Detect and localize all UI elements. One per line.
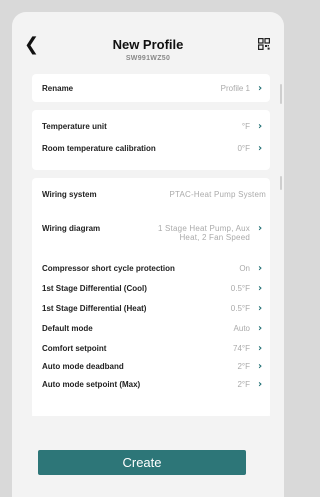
wiring-system-label: Wiring system [42, 190, 97, 199]
chevron-right-icon: › [258, 303, 263, 314]
wiring-diagram-value: 1 Stage Heat Pump, Aux Heat, 2 Fan Speed [157, 224, 250, 242]
chevron-right-icon: › [258, 323, 263, 334]
settings-row-wiring-system[interactable]: Wiring system PTAC-Heat Pump System [42, 190, 270, 199]
settings-row-short-cycle[interactable]: Compressor short cycle protection On › [42, 263, 270, 274]
page-title: New Profile [112, 37, 184, 52]
temperature-unit-label: Temperature unit [42, 122, 107, 131]
temperature-card: Temperature unit °F › Room temperature c… [32, 110, 270, 170]
chevron-right-icon: › [258, 121, 263, 132]
calibration-label: Room temperature calibration [42, 144, 156, 153]
auto-setpoint-max-label: Auto mode setpoint (Max) [42, 380, 141, 389]
temperature-unit-value: °F [241, 122, 250, 131]
rename-label: Rename [42, 84, 74, 93]
scrollbar-track-segment [280, 176, 282, 190]
comfort-setpoint-label: Comfort setpoint [42, 344, 107, 353]
chevron-right-icon: › [258, 361, 263, 372]
rename-row[interactable]: Rename Profile 1 › [42, 83, 270, 94]
settings-row-comfort-setpoint[interactable]: Comfort setpoint 74°F › [42, 343, 270, 354]
settings-row-wiring-diagram[interactable]: Wiring diagram 1 Stage Heat Pump, Aux He… [42, 223, 270, 243]
default-mode-label: Default mode [42, 324, 93, 333]
rename-card: Rename Profile 1 › [32, 74, 270, 102]
phone-screen: ❮ New Profile SW991WZ50 Rename Profile 1… [12, 12, 284, 497]
chevron-right-icon: › [258, 379, 263, 390]
auto-deadband-value: 2°F [237, 362, 250, 371]
chevron-right-icon: › [258, 83, 263, 94]
wiring-diagram-label: Wiring diagram [42, 224, 101, 233]
diff-heat-value: 0.5°F [230, 304, 250, 313]
calibration-row[interactable]: Room temperature calibration 0°F › [42, 143, 270, 154]
default-mode-value: Auto [233, 324, 250, 333]
chevron-right-icon: › [258, 343, 263, 354]
wiring-system-value: PTAC-Heat Pump System [169, 190, 266, 199]
diff-cool-label: 1st Stage Differential (Cool) [42, 284, 147, 293]
scroll-fade [32, 404, 270, 416]
auto-setpoint-max-value: 2°F [237, 380, 250, 389]
calibration-value: 0°F [237, 144, 250, 153]
diff-cool-value: 0.5°F [230, 284, 250, 293]
scrollbar[interactable] [280, 84, 282, 104]
chevron-right-icon: › [258, 283, 263, 294]
short-cycle-value: On [239, 264, 250, 273]
settings-row-auto-setpoint-max[interactable]: Auto mode setpoint (Max) 2°F › [42, 379, 270, 390]
temperature-unit-row[interactable]: Temperature unit °F › [42, 121, 270, 132]
device-serial: SW991WZ50 [125, 55, 171, 62]
comfort-setpoint-value: 74°F [233, 344, 250, 353]
create-button[interactable]: Create [38, 450, 246, 475]
qr-code-icon[interactable] [258, 38, 270, 50]
settings-row-default-mode[interactable]: Default mode Auto › [42, 323, 270, 334]
rename-value: Profile 1 [220, 84, 250, 93]
settings-row-diff-heat[interactable]: 1st Stage Differential (Heat) 0.5°F › [42, 303, 270, 314]
diff-heat-label: 1st Stage Differential (Heat) [42, 304, 147, 313]
auto-deadband-label: Auto mode deadband [42, 362, 124, 371]
chevron-right-icon: › [258, 263, 263, 274]
settings-card: Wiring system PTAC-Heat Pump System Wiri… [32, 178, 270, 416]
chevron-right-icon: › [258, 223, 263, 234]
chevron-right-icon: › [258, 143, 263, 154]
short-cycle-label: Compressor short cycle protection [42, 264, 175, 273]
settings-row-diff-cool[interactable]: 1st Stage Differential (Cool) 0.5°F › [42, 283, 270, 294]
settings-row-auto-deadband[interactable]: Auto mode deadband 2°F › [42, 361, 270, 372]
header: ❮ New Profile SW991WZ50 [12, 12, 284, 74]
